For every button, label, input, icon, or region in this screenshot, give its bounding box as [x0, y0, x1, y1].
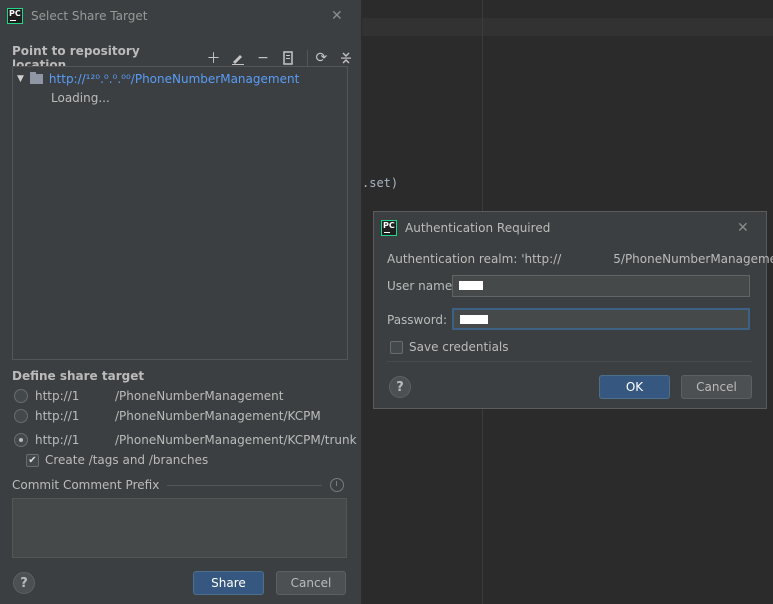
- help-button[interactable]: ?: [389, 376, 411, 398]
- browse-icon[interactable]: [278, 50, 298, 66]
- divider: [167, 484, 322, 486]
- target-path-1: /PhoneNumberManagement: [115, 389, 284, 403]
- help-button[interactable]: ?: [13, 572, 35, 594]
- add-icon[interactable]: ＋: [204, 50, 224, 67]
- auth-dialog-title: Authentication Required: [405, 221, 551, 235]
- target-prefix-2: http://1: [35, 409, 80, 423]
- save-credentials-label: Save credentials: [409, 340, 509, 354]
- editor-current-line: [362, 18, 773, 36]
- save-credentials-checkbox[interactable]: [390, 340, 403, 354]
- close-icon[interactable]: ✕: [331, 8, 343, 24]
- commit-prefix-textarea[interactable]: [12, 498, 347, 558]
- create-tags-checkbox[interactable]: ✔: [26, 453, 39, 467]
- authentication-dialog: PC Authentication Required ✕ Authenticat…: [373, 211, 773, 409]
- target-radio-3[interactable]: [14, 433, 28, 447]
- close-icon[interactable]: ✕: [737, 220, 749, 236]
- target-option-3[interactable]: http://1 /PhoneNumberManagement/KCPM/tru…: [14, 431, 357, 449]
- cancel-button[interactable]: Cancel: [681, 375, 752, 399]
- repository-url: http://¹²⁰.⁰.⁰.⁰⁰/PhoneNumberManagement: [48, 72, 300, 86]
- repository-tree[interactable]: ▼ http://¹²⁰.⁰.⁰.⁰⁰/PhoneNumberManagemen…: [12, 66, 348, 360]
- collapse-icon[interactable]: [336, 50, 356, 66]
- authentication-realm: Authentication realm: 'http:// 5/PhoneNum…: [387, 252, 773, 266]
- auth-dialog-titlebar: PC Authentication Required ✕: [374, 212, 766, 244]
- create-tags-label: Create /tags and /branches: [45, 453, 209, 467]
- target-path-2: /PhoneNumberManagement/KCPM: [115, 409, 321, 423]
- target-radio-1[interactable]: [14, 389, 28, 403]
- target-radio-2[interactable]: [14, 409, 28, 423]
- create-tags-option[interactable]: ✔ Create /tags and /branches: [26, 451, 208, 469]
- expand-arrow-icon[interactable]: ▼: [17, 74, 24, 84]
- share-button[interactable]: Share: [193, 571, 264, 595]
- target-path-3: /PhoneNumberManagement/KCPM/trunk: [115, 433, 357, 447]
- commit-prefix-label: Commit Comment Prefix: [12, 478, 160, 492]
- folder-icon: [29, 72, 43, 84]
- history-clock-icon[interactable]: [330, 478, 344, 492]
- realm-prefix: Authentication realm: 'http://: [387, 252, 562, 266]
- username-field[interactable]: [452, 275, 750, 297]
- editor-code-fragment: .set): [362, 176, 399, 190]
- commit-prefix-header: Commit Comment Prefix: [12, 478, 344, 492]
- cancel-button[interactable]: Cancel: [276, 571, 346, 595]
- define-share-target-title: Define share target: [12, 369, 145, 383]
- pycharm-logo-icon: PC: [381, 220, 397, 236]
- username-label: User name:: [387, 279, 457, 293]
- refresh-icon[interactable]: ⟳: [312, 50, 332, 66]
- share-dialog-titlebar: PC Select Share Target ✕: [0, 0, 361, 32]
- toolbar-separator: [306, 50, 308, 66]
- target-option-1[interactable]: http://1 /PhoneNumberManagement: [14, 387, 283, 405]
- password-field[interactable]: [452, 308, 750, 330]
- pycharm-logo-icon: PC: [7, 8, 23, 24]
- password-label: Password:: [387, 313, 448, 327]
- edit-icon[interactable]: [228, 50, 248, 66]
- select-share-target-dialog: PC Select Share Target ✕ Point to reposi…: [0, 0, 362, 604]
- remove-icon[interactable]: −: [253, 50, 273, 66]
- target-prefix-3: http://1: [35, 433, 80, 447]
- ok-button[interactable]: OK: [599, 375, 670, 399]
- loading-text: Loading...: [51, 91, 110, 105]
- target-option-2[interactable]: http://1 /PhoneNumberManagement/KCPM: [14, 407, 321, 425]
- tree-root-node[interactable]: ▼ http://¹²⁰.⁰.⁰.⁰⁰/PhoneNumberManagemen…: [17, 70, 299, 88]
- share-dialog-title: Select Share Target: [31, 9, 148, 23]
- target-prefix-1: http://1: [35, 389, 80, 403]
- realm-suffix: 5/PhoneNumberManagement': [613, 252, 773, 266]
- password-mask: [460, 315, 488, 324]
- redacted-value: [459, 281, 483, 290]
- save-credentials-option[interactable]: Save credentials: [390, 340, 509, 354]
- divider: [387, 361, 752, 362]
